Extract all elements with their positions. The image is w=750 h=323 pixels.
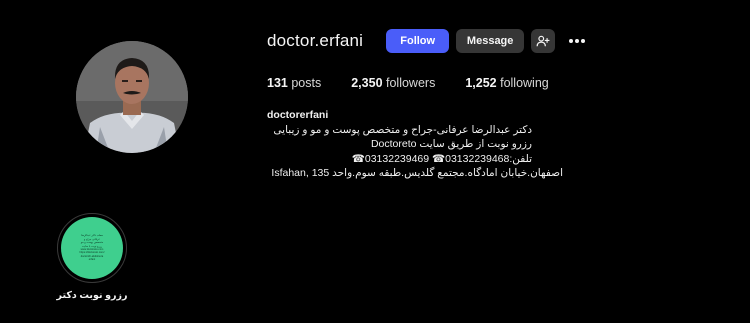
- profile-stats: 131 posts 2,350 followers 1,252 followin…: [267, 76, 579, 90]
- more-options-button[interactable]: [565, 29, 589, 53]
- following-stat[interactable]: 1,252 following: [465, 76, 548, 90]
- followers-stat[interactable]: 2,350 followers: [351, 76, 435, 90]
- bio-line-4: اصفهان.خیابان امادگاه.مجتمع گلدیس.طبقه س…: [271, 167, 563, 180]
- posts-stat: 131 posts: [267, 76, 321, 90]
- more-options-icon: [569, 39, 586, 43]
- profile-header: doctor.erfani Follow Message: [267, 29, 589, 53]
- follow-button[interactable]: Follow: [386, 29, 450, 53]
- bio-line-3: تلفن:03132239468☎ 03132239469☎: [351, 152, 532, 165]
- highlight-cover-text-8: erfani: [88, 258, 96, 262]
- posts-label: posts: [291, 76, 322, 90]
- bio-line-2: رزرو نوبت از طریق سایت Doctoreto: [370, 138, 532, 151]
- bio-name: doctorerfani: [267, 109, 329, 121]
- following-label: following: [500, 76, 549, 90]
- following-count: 1,252: [465, 76, 497, 90]
- highlight-label: رزرو نوبت دکتر: [56, 290, 128, 301]
- add-user-icon: [536, 35, 550, 47]
- story-highlight[interactable]: مطب دکتر عبدالرضا عرفانی جراح و متخصص پو…: [56, 213, 128, 301]
- avatar-image: [76, 41, 188, 153]
- followers-count: 2,350: [351, 76, 383, 90]
- highlight-cover: مطب دکتر عبدالرضا عرفانی جراح و متخصص پو…: [61, 217, 123, 279]
- bio-line-1: دکتر عبدالرضا عرفانی-جراح و متخصص پوست و…: [273, 123, 532, 136]
- profile-bio: doctorerfani دکتر عبدالرضا عرفانی-جراح و…: [267, 108, 567, 181]
- highlight-ring: مطب دکتر عبدالرضا عرفانی جراح و متخصص پو…: [57, 213, 127, 283]
- suggested-accounts-button[interactable]: [531, 29, 556, 53]
- profile-avatar[interactable]: [76, 41, 188, 153]
- message-button[interactable]: Message: [456, 29, 525, 53]
- profile-username: doctor.erfani: [267, 31, 364, 50]
- followers-label: followers: [386, 76, 436, 90]
- posts-count: 131: [267, 76, 288, 90]
